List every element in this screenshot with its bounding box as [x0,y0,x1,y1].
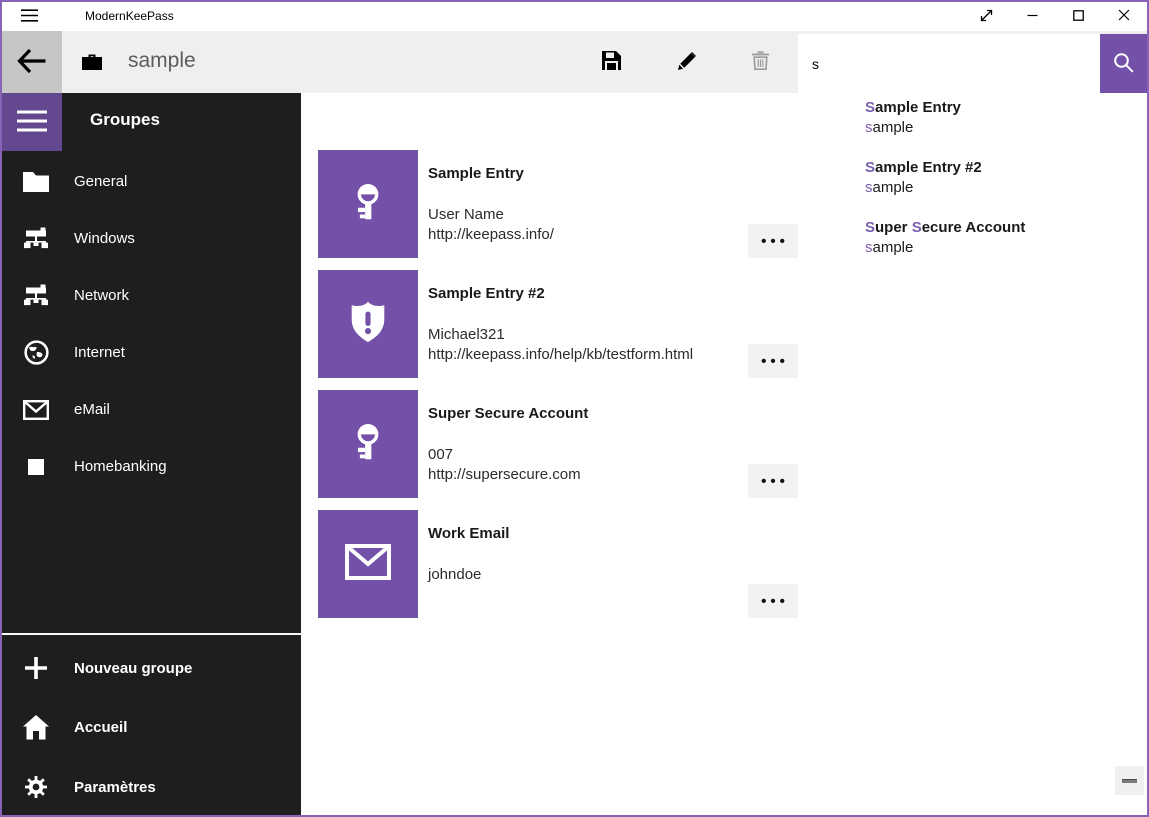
edit-button[interactable] [663,31,711,93]
envelope-icon [345,544,391,585]
ellipsis-icon: ••• [757,353,789,370]
home-icon [22,713,50,741]
key-icon [345,179,391,230]
plus-icon [22,654,50,682]
save-icon [602,51,621,73]
sidebar-item-homebanking[interactable]: Homebanking [2,438,301,495]
suggestion-title: Sample Entry [865,98,961,118]
entry-title[interactable]: Work Email [428,524,509,544]
sidebar: Groupes General Windows Network Internet [2,93,301,815]
close-button[interactable] [1101,2,1147,31]
entry-title[interactable]: Sample Entry #2 [428,284,545,304]
entry-icon-tile[interactable] [318,510,418,618]
ellipsis-icon: ••• [757,473,789,490]
suggestion-title: Sample Entry #2 [865,158,982,178]
suggestion-subtitle: sample [865,118,961,138]
close-icon [1118,9,1130,24]
groups-heading: Groupes [90,110,160,130]
entry-url: http://keepass.info/ [428,225,554,245]
zoom-out-button[interactable] [1115,766,1144,795]
sidebar-item-windows[interactable]: Windows [2,210,301,267]
folder-icon [22,168,50,196]
minimize-icon [1027,9,1038,24]
sidebar-item-general[interactable]: General [2,153,301,210]
network-icon [22,282,50,310]
entry-username: User Name [428,205,504,225]
hamburger-icon [21,9,38,25]
maximize-button[interactable] [1055,2,1101,31]
sidebar-item-internet[interactable]: Internet [2,324,301,381]
edit-pencil-icon [678,51,697,73]
sidebar-item-new-group[interactable]: Nouveau groupe [2,639,301,697]
briefcase-icon [82,54,102,76]
titlebar: ModernKeePass [2,2,1147,31]
entry-url: http://supersecure.com [428,465,581,485]
app-title: ModernKeePass [85,2,174,31]
app-window: ModernKeePass [0,0,1149,817]
back-arrow-icon [17,48,47,77]
entry-more-button[interactable]: ••• [748,224,798,258]
minus-icon [1122,779,1137,783]
gear-icon [22,773,50,801]
delete-button[interactable] [736,31,784,93]
sidebar-hamburger-button[interactable] [2,93,62,151]
search-suggestions-flyout: Sample Entry sample Sample Entry #2 samp… [798,93,1147,285]
entry-username: 007 [428,445,453,465]
entry-more-button[interactable]: ••• [748,464,798,498]
entry-username: johndoe [428,565,481,585]
entry-more-button[interactable]: ••• [748,344,798,378]
suggestion-title: Super Secure Account [865,218,1025,238]
window-controls [963,2,1147,31]
entry-icon-tile[interactable] [318,390,418,498]
hamburger-icon [17,110,47,135]
entry-title[interactable]: Super Secure Account [428,404,588,424]
maximize-icon [1073,9,1084,24]
shield-warning-icon [345,299,391,350]
suggestion-item[interactable]: Super Secure Account sample [865,218,1025,258]
suggestion-item[interactable]: Sample Entry sample [865,98,961,138]
square-icon [22,453,50,481]
save-button[interactable] [587,31,635,93]
globe-icon [22,339,50,367]
sidebar-item-network[interactable]: Network [2,267,301,324]
sidebar-separator [2,633,301,635]
search-input[interactable] [798,34,1100,93]
page-title: sample [128,31,196,93]
sidebar-item-settings[interactable]: Paramètres [2,758,301,816]
entry-icon-tile[interactable] [318,150,418,258]
minimize-button[interactable] [1009,2,1055,31]
entry-url: http://keepass.info/help/kb/testform.htm… [428,345,693,365]
search-button[interactable] [1100,34,1147,93]
entry-more-button[interactable]: ••• [748,584,798,618]
ellipsis-icon: ••• [757,233,789,250]
delete-trash-icon [752,51,769,73]
back-button[interactable] [2,31,62,93]
entry-title[interactable]: Sample Entry [428,164,524,184]
searchbox [798,34,1147,93]
suggestion-subtitle: sample [865,178,982,198]
sidebar-item-email[interactable]: eMail [2,381,301,438]
entry-username: Michael321 [428,325,505,345]
app-command-bar: sample [2,31,1147,93]
suggestion-item[interactable]: Sample Entry #2 sample [865,158,982,198]
enter-fullscreen-button[interactable] [963,2,1009,31]
envelope-icon [22,396,50,424]
sidebar-item-home[interactable]: Accueil [2,698,301,756]
search-icon [1113,52,1134,76]
enter-fullscreen-icon [979,8,994,26]
key-icon [345,419,391,470]
suggestion-subtitle: sample [865,238,1025,258]
entry-icon-tile[interactable] [318,270,418,378]
network-icon [22,225,50,253]
titlebar-hamburger-button[interactable] [16,2,42,31]
ellipsis-icon: ••• [757,593,789,610]
